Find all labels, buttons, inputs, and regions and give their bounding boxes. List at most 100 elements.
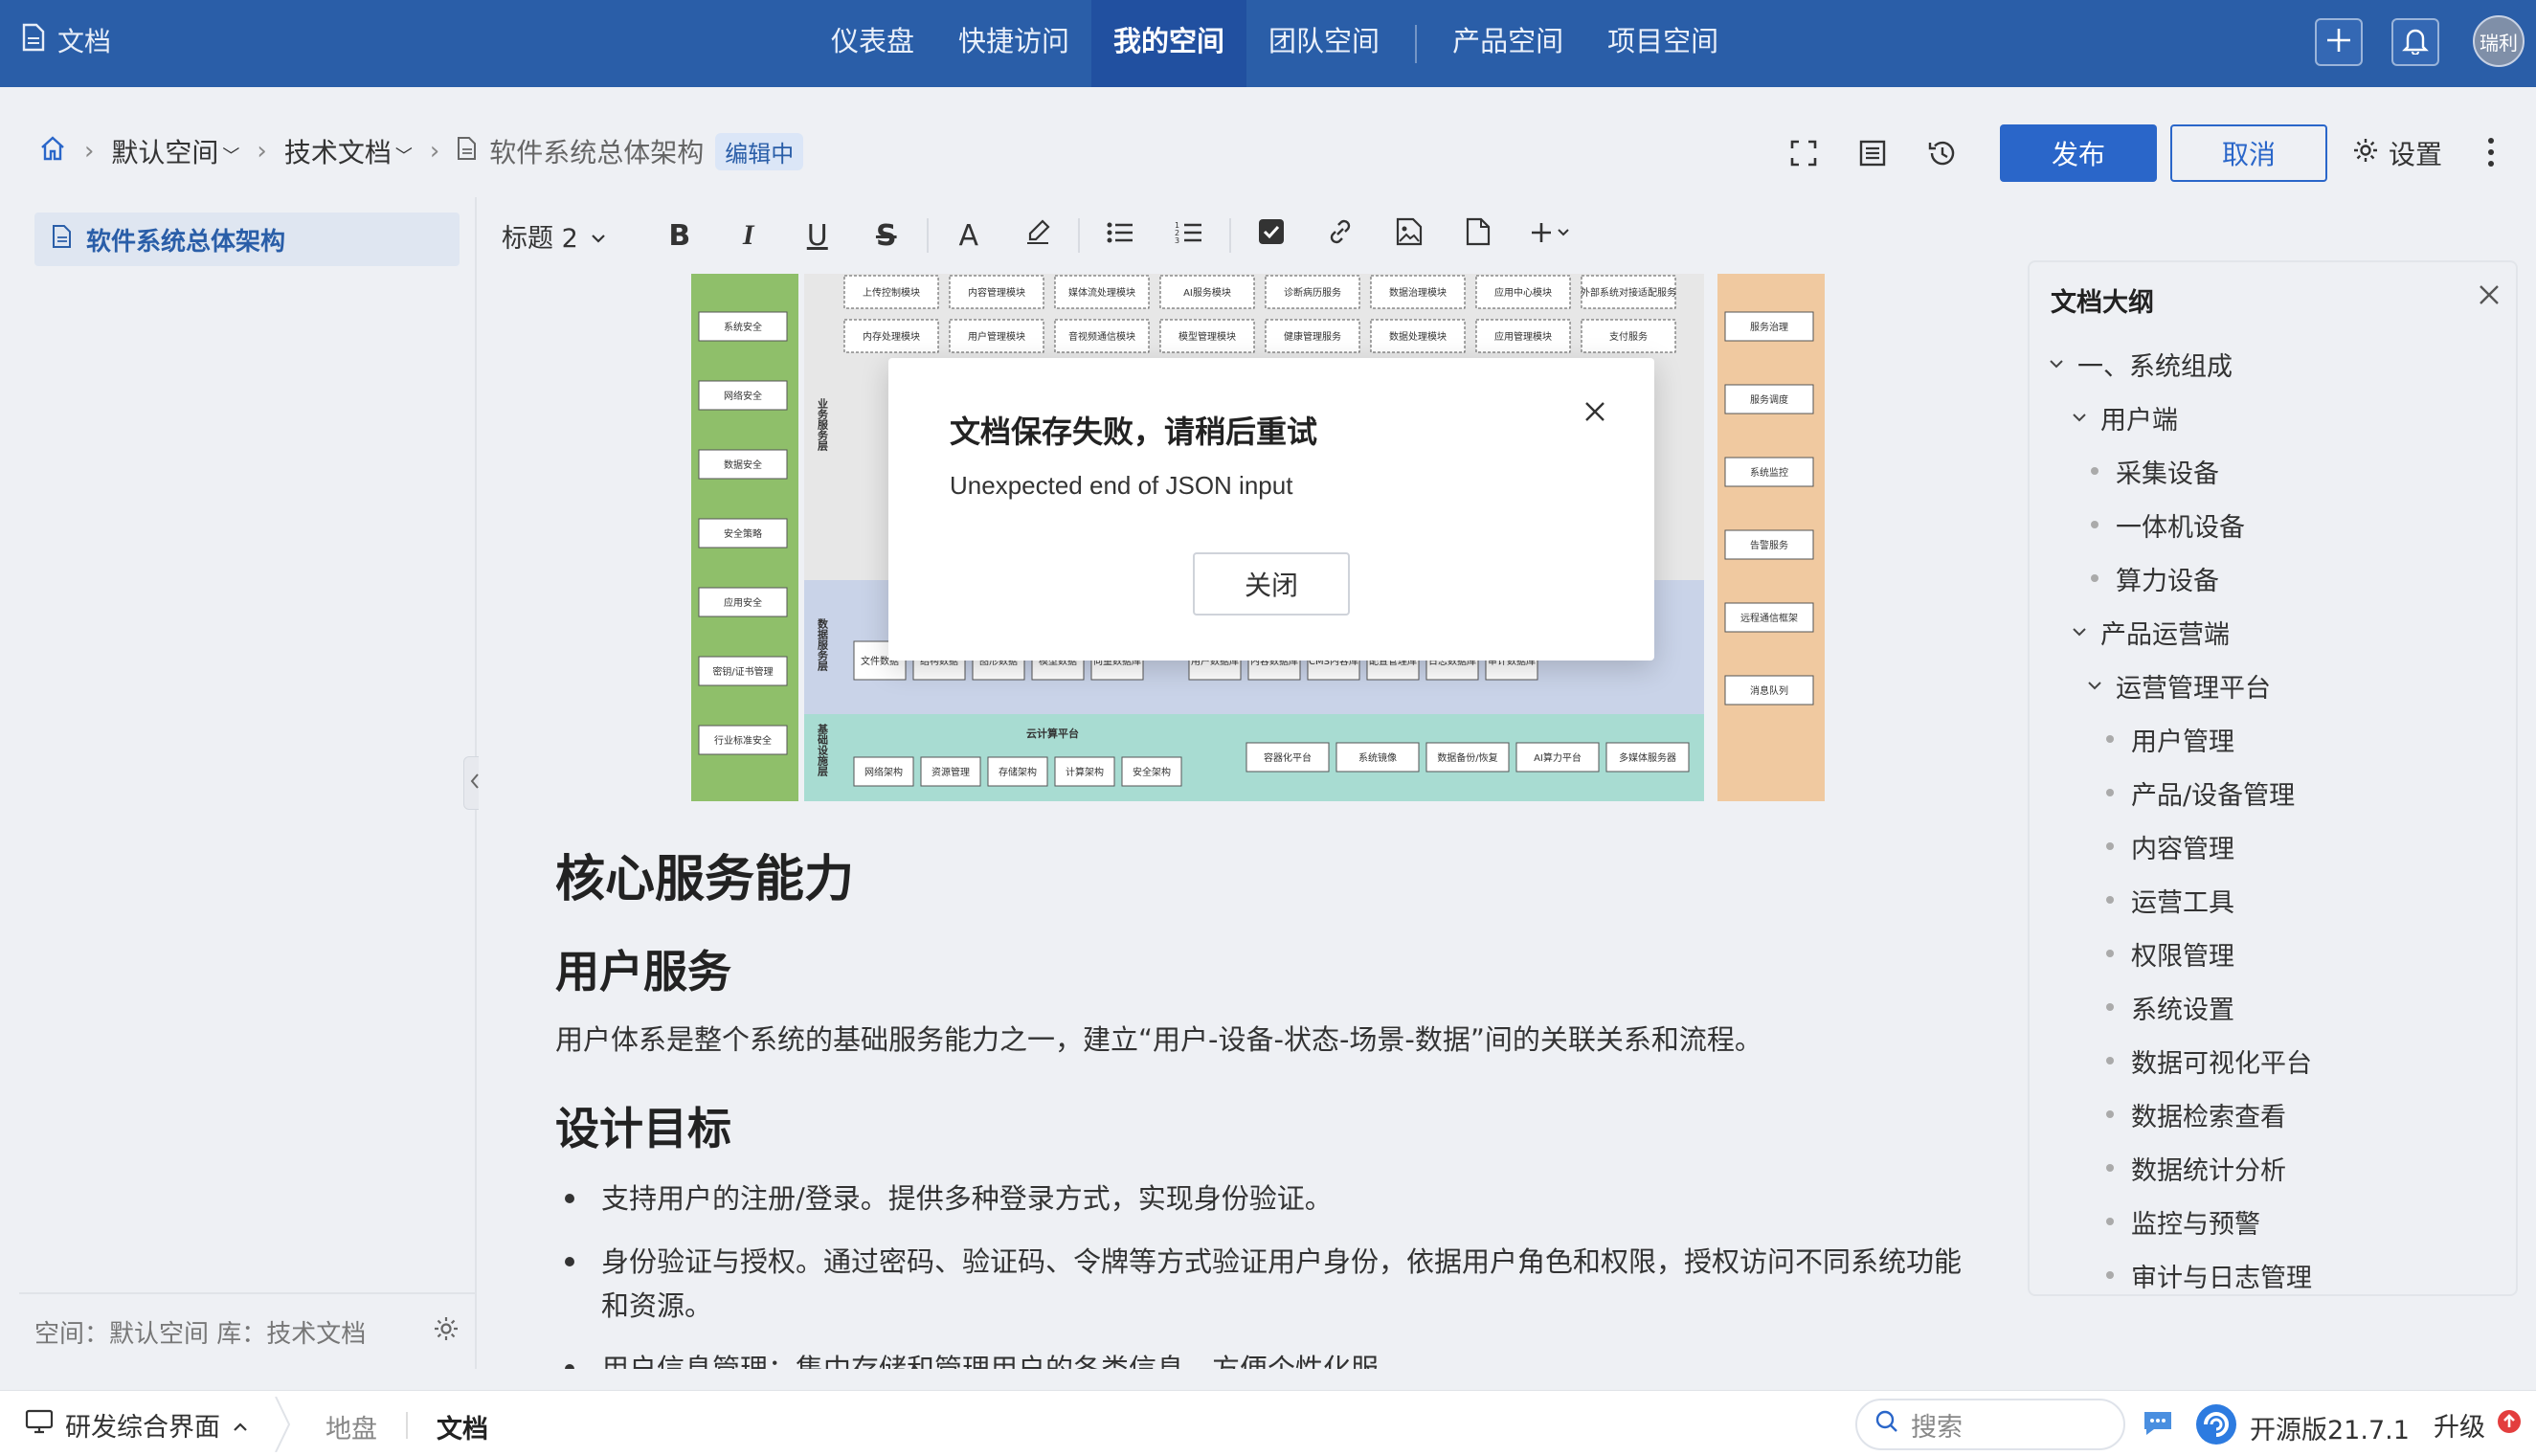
chevron-down-icon[interactable] <box>2068 413 2091 422</box>
list-item: 支持用户的注册/登录。提供多种登录方式，实现身份验证。 <box>555 1176 1972 1221</box>
document-icon <box>21 23 46 58</box>
workspace-switcher[interactable]: 研发综合界面 <box>25 1406 249 1444</box>
history-button[interactable] <box>1922 136 1961 174</box>
toolbar-divider <box>1228 218 1231 253</box>
tab-quick-access[interactable]: 快捷访问 <box>936 0 1091 87</box>
chevron-down-icon[interactable] <box>2083 681 2106 690</box>
avatar[interactable]: 瑞利 <box>2473 15 2525 67</box>
outline-item[interactable]: 系统设置 <box>2030 980 2518 1034</box>
outline-toggle-button[interactable] <box>1853 136 1892 174</box>
bold-button[interactable]: B <box>645 207 714 264</box>
bullet-list-button[interactable] <box>1086 207 1155 264</box>
tab-team-space[interactable]: 团队空间 <box>1246 0 1402 87</box>
chevron-down-icon[interactable] <box>2045 359 2068 369</box>
module-item-label: 应用管理模块 <box>1494 330 1552 343</box>
outline-item[interactable]: 权限管理 <box>2030 927 2518 980</box>
outline-item[interactable]: 数据统计分析 <box>2030 1141 2518 1195</box>
gear-icon[interactable] <box>433 1315 460 1349</box>
upgrade-button[interactable]: 升级 <box>2434 1406 2522 1444</box>
ops-item: 系统监控 <box>1724 457 1814 487</box>
tab-dashboard[interactable]: 仪表盘 <box>809 0 936 87</box>
sidebar-item-doc[interactable]: 软件系统总体架构 <box>34 213 460 266</box>
outline-item-label: 一体机设备 <box>2116 512 2245 543</box>
image-button[interactable] <box>1375 207 1444 264</box>
cancel-button[interactable]: 取消 <box>2170 124 2327 182</box>
plus-icon <box>2324 26 2353 58</box>
outline-item[interactable]: 产品/设备管理 <box>2030 766 2518 819</box>
dialog-close-button[interactable] <box>1583 400 1606 427</box>
outline-item[interactable]: 采集设备 <box>2030 444 2518 498</box>
upgrade-label: 升级 <box>2434 1413 2485 1443</box>
breadcrumb-space[interactable]: 默认空间 ﹀ <box>111 132 239 170</box>
create-button[interactable] <box>2315 18 2363 66</box>
chevron-down-icon[interactable] <box>2068 627 2091 637</box>
dialog-message: Unexpected end of JSON input <box>950 471 1293 500</box>
ordered-list-button[interactable]: 123 <box>1155 207 1223 264</box>
outline-item[interactable]: 监控与预警 <box>2030 1195 2518 1248</box>
settings-button[interactable]: 设置 <box>2352 134 2442 172</box>
outline-item[interactable]: 一体机设备 <box>2030 498 2518 551</box>
outline-item[interactable]: 内容管理 <box>2030 819 2518 873</box>
outline-item[interactable]: 数据可视化平台 <box>2030 1034 2518 1087</box>
publish-button[interactable]: 发布 <box>2000 124 2157 182</box>
outline-item[interactable]: 用户管理 <box>2030 712 2518 766</box>
outline-item[interactable]: 算力设备 <box>2030 551 2518 605</box>
home-icon[interactable] <box>38 134 67 169</box>
search-input[interactable]: 搜索 <box>1855 1399 2125 1450</box>
dialog-close-action[interactable]: 关闭 <box>1193 552 1350 616</box>
heading-select[interactable]: 标题 2 <box>502 217 607 255</box>
module-item: 健康管理服务 <box>1265 319 1360 353</box>
outline-item[interactable]: 运营工具 <box>2030 873 2518 927</box>
outline-item-label: 数据统计分析 <box>2131 1155 2286 1186</box>
status-badge: 编辑中 <box>715 132 804 170</box>
top-nav: 文档 仪表盘 快捷访问 我的空间 团队空间 产品空间 项目空间 瑞利 <box>0 0 2536 87</box>
font-color-button[interactable]: A <box>934 207 1003 264</box>
infra-item-label: 多媒体服务器 <box>1619 751 1676 764</box>
tab-docs[interactable]: 文档 <box>437 1408 488 1445</box>
tab-product-space[interactable]: 产品空间 <box>1430 0 1585 87</box>
tab-project-space[interactable]: 项目空间 <box>1585 0 1740 87</box>
outline-item[interactable]: 运营管理平台 <box>2030 659 2518 712</box>
outline-item[interactable]: 产品运营端 <box>2030 605 2518 659</box>
module-item: 用户管理模块 <box>949 319 1044 353</box>
chevron-up-icon <box>232 1410 249 1440</box>
tab-dipan[interactable]: 地盘 <box>325 1408 377 1445</box>
breadcrumb-library[interactable]: 技术文档 ﹀ <box>284 132 413 170</box>
outline-close-button[interactable] <box>2478 283 2501 310</box>
strikethrough-button[interactable]: S <box>852 207 921 264</box>
bell-icon <box>2402 26 2429 58</box>
fullscreen-button[interactable] <box>1784 136 1823 174</box>
breadcrumb-doc: 软件系统总体架构 <box>489 137 705 168</box>
module-item: 外部系统对接适配服务 <box>1581 275 1676 309</box>
heading-select-value: 标题 2 <box>502 223 578 254</box>
security-item: 应用安全 <box>698 587 788 617</box>
paragraph-user-system: 用户体系是整个系统的基础服务能力之一，建立“用户-设备-状态-场景-数据”间的关… <box>555 1023 1762 1056</box>
task-list-button[interactable] <box>1237 207 1306 264</box>
infra-item: AI算力平台 <box>1515 742 1600 773</box>
version-info[interactable]: 开源版21.7.1 <box>2194 1402 2410 1453</box>
more-button[interactable] <box>2485 136 2497 172</box>
link-button[interactable] <box>1306 207 1375 264</box>
security-item: 行业标准安全 <box>698 725 788 755</box>
attachment-button[interactable] <box>1444 207 1513 264</box>
chat-button[interactable] <box>2141 1408 2175 1443</box>
outline-item[interactable]: 一、系统组成 <box>2030 337 2518 391</box>
infra-item: 容器化平台 <box>1246 742 1330 773</box>
bullet-dot-icon <box>2106 950 2114 957</box>
doc-header: › 默认空间 ﹀ › 技术文档 ﹀ › 软件系统总体架构 编辑中 发布 取消 设置 <box>19 111 2517 197</box>
notifications-button[interactable] <box>2391 18 2439 66</box>
insert-more-button[interactable] <box>1513 207 1589 264</box>
security-item-label: 系统安全 <box>724 321 762 333</box>
bullet-dot-icon <box>2106 735 2114 743</box>
highlight-button[interactable] <box>1003 207 1072 264</box>
app-title-label: 文档 <box>57 26 112 57</box>
underline-button[interactable]: U <box>783 207 852 264</box>
outline-item[interactable]: 审计与日志管理 <box>2030 1248 2518 1302</box>
outline-panel: 文档大纲 一、系统组成 用户端 采集设备 一体机设备 算力设备 产品运营端 运营管理平台 用户… <box>2028 260 2518 1296</box>
outline-item[interactable]: 用户端 <box>2030 391 2518 444</box>
tab-my-space[interactable]: 我的空间 <box>1091 0 1247 87</box>
breadcrumb: › 默认空间 ﹀ › 技术文档 ﹀ › 软件系统总体架构 编辑中 <box>38 132 804 170</box>
outline-item[interactable]: 数据检索查看 <box>2030 1087 2518 1141</box>
app-title[interactable]: 文档 <box>21 21 111 59</box>
italic-button[interactable]: I <box>714 207 783 264</box>
